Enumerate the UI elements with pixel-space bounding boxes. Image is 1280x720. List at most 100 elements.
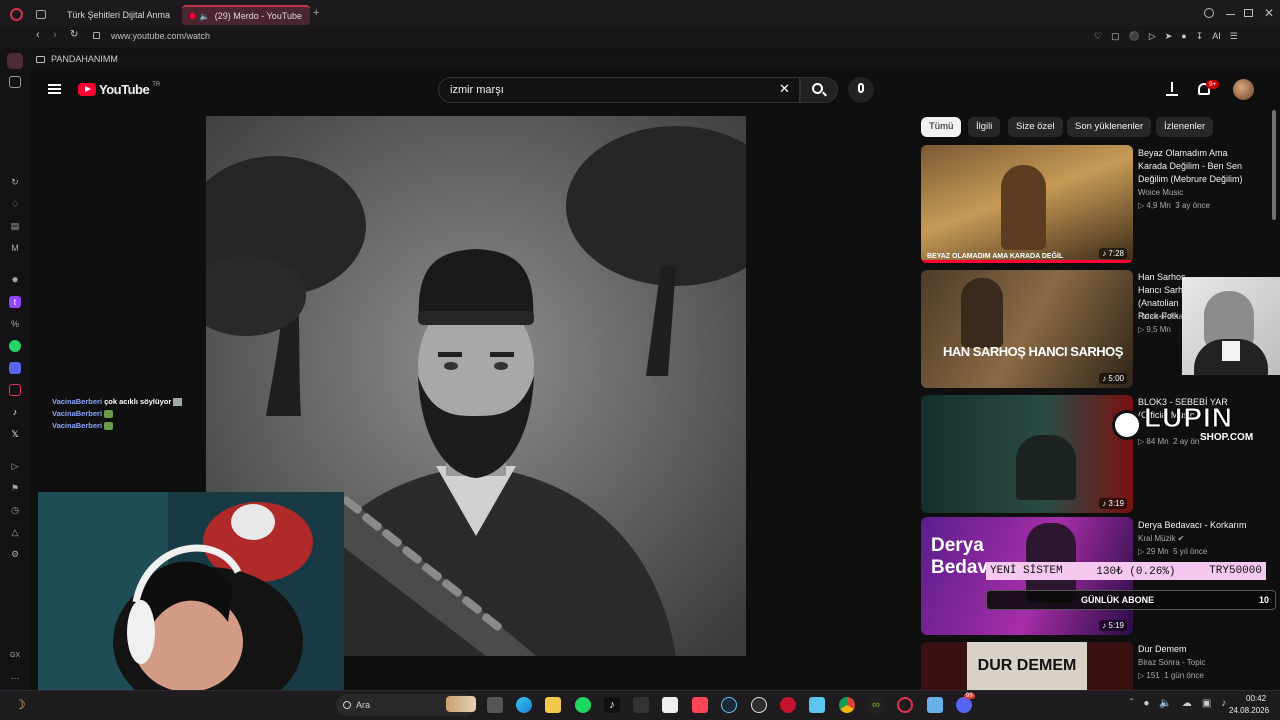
extensions-icon[interactable]: △ xyxy=(9,526,21,538)
home-icon[interactable] xyxy=(7,53,23,69)
capcut-icon[interactable] xyxy=(662,697,678,713)
close-window-button[interactable]: ✕ xyxy=(1264,6,1274,20)
x-icon[interactable]: 𝕏 xyxy=(9,428,21,440)
clock-time[interactable]: 00:42 xyxy=(1246,694,1266,703)
nvidia-icon[interactable]: ∞ xyxy=(868,697,884,713)
youtube-logo[interactable]: YouTube TR xyxy=(78,82,160,97)
rec-thumbnail[interactable]: DUR DEMEM xyxy=(921,642,1133,690)
settings-icon[interactable]: ⚙ xyxy=(9,548,21,560)
bookmark-icon[interactable]: ♡ xyxy=(1094,31,1102,42)
voice-search-button[interactable] xyxy=(848,77,874,103)
tiktok-icon[interactable]: ♪ xyxy=(604,697,620,713)
speaker-icon[interactable]: 🔈 xyxy=(200,12,210,21)
mic-icon[interactable]: ● xyxy=(1143,698,1149,709)
search-highlight-icon[interactable] xyxy=(446,696,476,712)
clock-date[interactable]: 24.08.2026 xyxy=(1229,706,1269,715)
avatar[interactable] xyxy=(1233,79,1254,100)
search-tabs-icon[interactable] xyxy=(1204,8,1214,18)
tab-youtube[interactable]: 🔈 (29) Merdo - YouTube xyxy=(182,5,310,25)
profile-icon[interactable]: ● xyxy=(1181,31,1186,42)
snapshot-icon[interactable]: ▢ xyxy=(1111,31,1120,42)
network-icon[interactable]: ▣ xyxy=(1202,698,1211,709)
gx-label[interactable]: GX xyxy=(9,650,21,662)
workspaces-icon[interactable] xyxy=(36,10,46,19)
discord-icon[interactable] xyxy=(9,362,21,374)
steam-icon[interactable] xyxy=(721,697,737,713)
rec-thumbnail[interactable]: BEYAZ OLAMADIM AMA KARADA DEĞİL ♪ 7:28 xyxy=(921,145,1133,263)
bookmark-pandahanimm[interactable]: PANDAHANIMM xyxy=(51,54,118,64)
more-icon[interactable]: … xyxy=(9,670,21,682)
discord-icon[interactable] xyxy=(956,697,972,713)
play-icon[interactable]: ▷ xyxy=(1149,31,1156,42)
clear-search-icon[interactable]: ✕ xyxy=(779,81,790,97)
weather-icon[interactable]: ☽ xyxy=(14,697,26,713)
percent-icon[interactable]: % xyxy=(9,318,21,330)
rec-channel[interactable]: Woice Music xyxy=(1138,186,1258,199)
back-button[interactable]: ‹ xyxy=(36,29,40,41)
messenger-icon[interactable]: M xyxy=(9,242,21,254)
chip-watched[interactable]: İzlenenler xyxy=(1156,117,1214,137)
upload-icon[interactable] xyxy=(1166,82,1178,96)
epic-games-icon[interactable] xyxy=(633,697,649,713)
scrollbar[interactable] xyxy=(1272,110,1276,220)
minimize-button[interactable] xyxy=(1226,14,1235,15)
volume-icon[interactable]: 🔈 xyxy=(1159,698,1171,709)
obs-icon[interactable] xyxy=(751,697,767,713)
tab-turk-sehitleri[interactable]: Türk Şehitleri Dijital Anma xyxy=(54,5,176,25)
hamburger-menu-icon[interactable] xyxy=(48,84,61,94)
search-button[interactable] xyxy=(800,77,838,103)
menu-icon[interactable]: ☰ xyxy=(1230,31,1238,42)
bag-icon[interactable]: ♢ xyxy=(9,198,21,210)
lupin-shop-text: SHOP.COM xyxy=(1200,432,1254,443)
chip-for-you[interactable]: Size özel xyxy=(1008,117,1063,137)
blue-app-icon[interactable] xyxy=(927,697,943,713)
valorant-icon[interactable] xyxy=(692,697,708,713)
red-app-icon[interactable] xyxy=(780,697,796,713)
speaker-icon[interactable]: ♪ xyxy=(1221,698,1226,709)
rec-title[interactable]: Dur Demem xyxy=(1138,643,1258,656)
reload-icon[interactable]: ↻ xyxy=(70,29,78,40)
rec-channel[interactable]: Biraz Sonra - Topic xyxy=(1138,656,1258,669)
new-tab-button[interactable]: + xyxy=(313,7,319,19)
clock-icon[interactable]: ◷ xyxy=(9,504,21,516)
notepad-icon[interactable] xyxy=(809,697,825,713)
chevron-up-icon[interactable]: ˆ xyxy=(1130,698,1133,709)
chip-recently-uploaded[interactable]: Son yüklenenler xyxy=(1067,117,1152,137)
adblock-icon[interactable]: ⚫ xyxy=(1129,31,1140,42)
pin-icon[interactable]: ⚑ xyxy=(9,482,21,494)
send-icon[interactable]: ➤ xyxy=(1165,31,1173,42)
download-icon[interactable]: ↧ xyxy=(1196,31,1204,42)
rec-thumbnail[interactable]: ♪ 3:19 xyxy=(921,395,1133,513)
chrome-icon[interactable] xyxy=(839,697,855,713)
opera-gx-icon[interactable] xyxy=(897,697,913,713)
chip-related[interactable]: İlgili xyxy=(968,117,1001,137)
task-view-icon[interactable] xyxy=(487,697,503,713)
player-icon[interactable]: ▷ xyxy=(9,460,21,472)
rec-title[interactable]: Beyaz Olamadım Ama Karada Değilim - Ben … xyxy=(1138,147,1258,186)
ai-button[interactable]: AI xyxy=(1212,31,1221,42)
edge-icon[interactable] xyxy=(516,697,532,713)
opera-logo-icon[interactable] xyxy=(10,8,23,21)
url-field[interactable]: www.youtube.com/watch xyxy=(111,31,210,41)
twitch-icon[interactable]: t xyxy=(9,296,21,308)
whatsapp-icon[interactable] xyxy=(9,340,21,352)
chip-all[interactable]: Tümü xyxy=(921,117,962,137)
tiktok-icon[interactable]: ♪ xyxy=(9,406,21,418)
file-explorer-icon[interactable] xyxy=(545,697,561,713)
rec-title[interactable]: Derya Bedavacı - Korkarım xyxy=(1138,519,1258,532)
gx-control-icon[interactable] xyxy=(9,76,21,88)
history-icon[interactable]: ↻ xyxy=(9,176,21,188)
rec-thumbnail[interactable]: HAN SARHOŞ HANCI SARHOŞ ♪ 5:00 xyxy=(921,270,1133,388)
spotify-icon[interactable] xyxy=(575,697,591,713)
forward-button[interactable]: › xyxy=(53,29,57,41)
instagram-icon[interactable] xyxy=(9,384,21,396)
maximize-button[interactable] xyxy=(1244,9,1253,17)
search-input[interactable]: izmir marşı xyxy=(438,77,800,103)
crash-icon[interactable]: ▤ xyxy=(9,220,21,232)
cloud-icon[interactable]: ☁ xyxy=(1182,698,1192,709)
chatgpt-icon[interactable]: ✸ xyxy=(9,274,21,286)
chat-message: VacinaBerberi xyxy=(52,420,114,431)
ticker-left: YENİ SİSTEM xyxy=(990,565,1063,577)
rec-channel[interactable]: Kral Müzik ✔ xyxy=(1138,532,1258,545)
lock-icon[interactable] xyxy=(93,32,100,39)
